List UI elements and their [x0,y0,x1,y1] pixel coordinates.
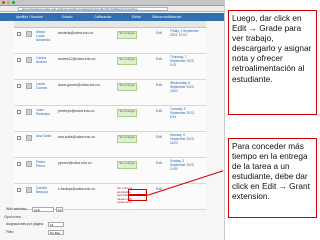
student-name-link[interactable]: Pedro Perez [36,160,52,168]
avatar [26,161,32,167]
option-label: Asignaciones por página [6,222,44,226]
bulk-action-select[interactable]: Lock submissions [32,207,54,212]
table-row: Maria Lucia Arboleda aboleda@udea.edu.co… [14,28,206,54]
avatar [26,109,32,115]
row-select-checkbox[interactable] [17,162,21,166]
last-modified-date: Thursday, 7 September 2023, 9:10 [170,55,195,67]
column-subheader [14,21,206,28]
student-email: c.bedoya@udea.edu.co [58,187,96,191]
options-list: Asignaciones por página 10 Filtro No fil… [4,221,144,237]
student-name-link[interactable]: Ana Sofia [36,134,52,138]
student-name-link[interactable]: Carlos Andres [36,56,52,64]
status-badge: Sin entrega [117,31,137,39]
go-button[interactable]: Go [56,207,63,212]
edit-menu-link[interactable]: Edit [156,31,162,35]
edit-menu-link[interactable]: Edit [156,135,162,139]
options-section-title: Opciones [4,214,21,219]
edit-menu-link[interactable]: Edit [156,57,162,61]
minimize-window-icon[interactable] [7,1,10,4]
avatar [26,135,32,141]
instruction-note-grade: Luego, dar click en Edit → Grade para ve… [228,10,317,115]
option-label: Filtro [6,230,14,234]
screenshot-panel: aprendeenlinea.udea.edu.co/lms/moodle/mo… [0,0,225,240]
status-badge: Sin entrega [117,161,137,169]
edit-menu-link[interactable]: Edit [156,109,162,113]
student-email: jrestrepo@udea.edu.co [58,109,95,113]
close-window-icon[interactable] [2,1,5,4]
column-status[interactable]: Estado [60,14,75,20]
status-badge: Sin entrega [117,135,137,143]
grading-table-header: Apellido / Nombre Estado Calificación Ed… [0,13,224,21]
url-text: aprendeenlinea.udea.edu.co/lms/moodle/mo… [22,7,138,11]
avatar [26,57,32,63]
last-modified-date: Wednesday, 6 September 2023, 18:02 [170,81,195,93]
edit-menu-link[interactable]: Edit [156,161,162,165]
edit-menu-link[interactable]: Edit [156,83,162,87]
table-row: Carlos Andres andres12@udea.edu.co Sin e… [14,54,206,80]
student-email: ana.sofia@udea.edu.co [58,135,96,139]
last-modified-date: Sunday, 3 September 2023, 10:00 [170,159,195,171]
grading-table-body: Maria Lucia Arboleda aboleda@udea.edu.co… [14,28,206,210]
student-name-link[interactable]: Camila Bedoya [36,186,52,194]
avatar [26,187,32,193]
student-email: pperez@udea.edu.co [58,161,92,165]
student-email: aboleda@udea.edu.co [58,31,94,35]
table-row: Juan Restrepo jrestrepo@udea.edu.co Sin … [14,106,206,132]
table-row: Pedro Perez pperez@udea.edu.co Sin entre… [14,158,206,184]
row-select-checkbox[interactable] [17,58,21,62]
bulk-action-row: With selected... Lock submissions Go [4,206,144,214]
row-select-checkbox[interactable] [17,110,21,114]
grant-extension-highlight-box [128,195,147,201]
option-row: Filtro No filter [4,229,144,237]
option-row: Asignaciones por página 10 [4,221,144,229]
column-last-modified[interactable]: Última modificación [150,14,183,20]
column-edit[interactable]: Editar [130,14,143,20]
table-row: Ana Sofia ana.sofia@udea.edu.co Sin entr… [14,132,206,158]
filter-select[interactable]: No filter [48,230,64,235]
last-modified-date: Monday, 4 September 2023, 16:20 [170,133,195,145]
status-badge: Sin entrega [117,109,137,117]
student-name-link[interactable]: Laura Gomez [36,82,52,90]
row-select-checkbox[interactable] [17,32,21,36]
bulk-actions-area: With selected... Lock submissions Go [4,206,144,214]
student-email: andres12@udea.edu.co [58,57,96,61]
student-name-link[interactable]: Maria Lucia Arboleda [36,30,52,42]
avatar [26,83,32,89]
address-bar[interactable]: aprendeenlinea.udea.edu.co/lms/moodle/mo… [0,6,224,12]
per-page-select[interactable]: 10 [48,222,64,227]
last-modified-date: Friday, 1 September 2023, 12:00 [170,29,199,37]
table-row: Laura Gomez laura.gomez@udea.edu.co Sin … [14,80,206,106]
student-name-link[interactable]: Juan Restrepo [36,108,52,116]
row-select-checkbox[interactable] [17,136,21,140]
bulk-action-label: With selected... [6,207,30,211]
row-select-checkbox[interactable] [17,84,21,88]
student-email: laura.gomez@udea.edu.co [58,83,101,87]
status-badge: Sin entrega [117,83,137,91]
status-badge: Sin entrega [117,57,137,65]
maximize-window-icon[interactable] [12,1,15,4]
column-name[interactable]: Apellido / Nombre [14,14,45,20]
last-modified-date: Tuesday, 5 September 2023, 8:44 [170,107,195,119]
row-select-checkbox[interactable] [17,188,21,192]
avatar [26,31,32,37]
instruction-note-extension: Para conceder más tiempo en la entrega d… [228,138,317,218]
column-grade[interactable]: Calificación [92,14,113,20]
